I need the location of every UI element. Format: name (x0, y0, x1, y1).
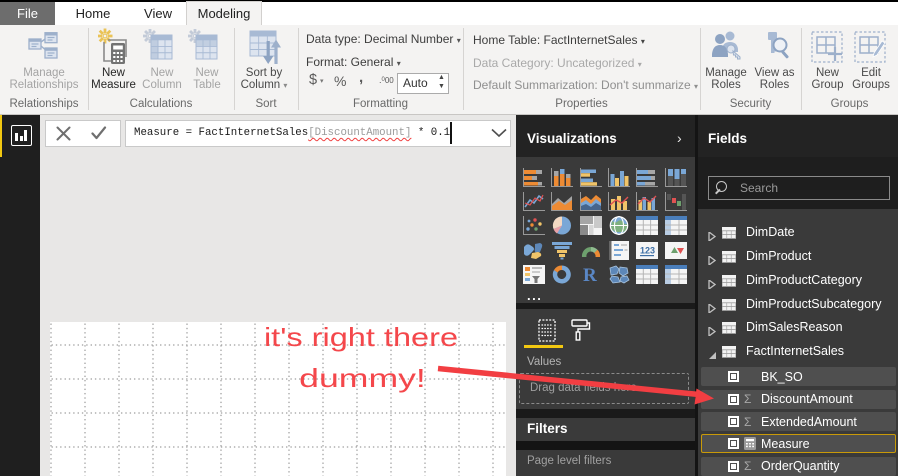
svg-text:123: 123 (640, 246, 655, 256)
svg-text:R: R (583, 265, 597, 284)
